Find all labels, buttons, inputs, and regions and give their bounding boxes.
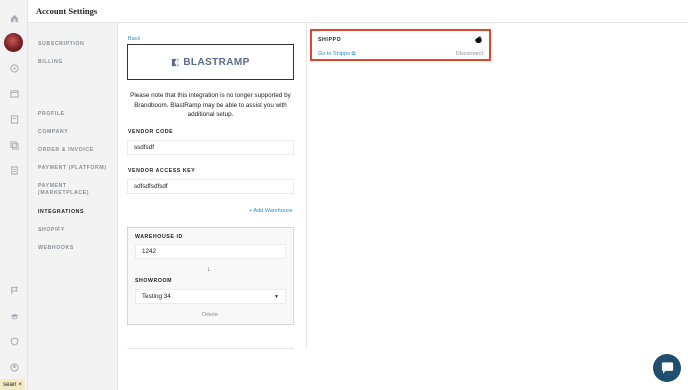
shippo-title: SHIPPO <box>318 37 342 43</box>
user-icon[interactable] <box>8 361 20 373</box>
blastramp-mark-icon <box>172 58 180 66</box>
close-icon[interactable]: × <box>18 381 22 388</box>
subnav-item-shopify[interactable]: SHOPIFY <box>38 227 116 234</box>
user-session-tag: sean × <box>0 379 26 390</box>
column-divider <box>306 23 307 348</box>
chat-bubble-icon <box>661 361 673 374</box>
subnav-item-integrations[interactable]: INTEGRATIONS <box>38 209 116 216</box>
subnav-item-payment-platform[interactable]: PAYMENT (PLATFORM) <box>38 165 116 172</box>
layers-icon[interactable] <box>8 139 20 151</box>
vendor-access-key-label: VENDOR ACCESS KEY <box>128 168 196 174</box>
go-to-shippo-link[interactable]: Go to Shippo ⧉ <box>318 51 356 58</box>
subnav-item-subscription[interactable]: SUBSCRIPTION <box>38 41 116 48</box>
shippo-penguin-icon <box>475 36 483 44</box>
top-header: Account Settings <box>0 0 688 23</box>
tag-icon[interactable] <box>8 62 20 74</box>
home-icon[interactable] <box>8 12 20 24</box>
vendor-code-input[interactable]: ssdfsdf <box>127 140 294 155</box>
clipboard-icon[interactable] <box>8 164 20 176</box>
icon-rail <box>0 0 28 390</box>
showroom-select[interactable]: Testing 34 ▼ <box>135 289 286 304</box>
chat-button[interactable] <box>653 354 681 382</box>
graduation-icon[interactable] <box>8 310 20 322</box>
subnav-item-company[interactable]: COMPANY <box>38 129 116 136</box>
shippo-disconnect-button[interactable]: Disconnect <box>456 51 483 57</box>
subnav-item-profile[interactable]: PROFILE <box>38 111 116 118</box>
add-warehouse-link[interactable]: + Add Warehouse <box>249 208 293 214</box>
user-name: sean <box>3 381 17 388</box>
warehouse-id-input[interactable]: 1242 <box>135 244 286 259</box>
showroom-select-value: Testing 34 <box>142 293 171 300</box>
subnav-item-webhooks[interactable]: WEBHOOKS <box>38 245 116 252</box>
settings-subnav: SUBSCRIPTION BILLING PROFILE COMPANY ORD… <box>28 23 118 390</box>
warehouse-id-label: WAREHOUSE ID <box>135 234 183 240</box>
page-title: Account Settings <box>36 6 98 16</box>
box-icon[interactable] <box>8 87 20 99</box>
showroom-label: SHOWROOM <box>135 278 173 284</box>
blastramp-logo-text: BLASTRAMP <box>183 56 250 68</box>
flag-icon[interactable] <box>8 284 20 296</box>
shield-icon[interactable] <box>8 335 20 347</box>
arrow-down-icon: ↓ <box>207 266 211 273</box>
section-divider <box>127 348 294 349</box>
vendor-access-key-input[interactable]: sdfsdfsdfsdf <box>127 179 294 194</box>
blastramp-logo: BLASTRAMP <box>127 44 294 80</box>
caret-down-icon: ▼ <box>274 293 279 300</box>
subnav-item-payment-marketplace[interactable]: PAYMENT (MARKETPLACE) <box>38 183 116 197</box>
warehouse-card <box>127 227 294 325</box>
delete-warehouse-button[interactable]: Delete <box>202 312 218 318</box>
subnav-item-order-invoice[interactable]: ORDER & INVOICE <box>38 147 116 154</box>
back-link[interactable]: Back <box>128 36 140 42</box>
document-icon[interactable] <box>8 113 20 125</box>
subnav-item-billing[interactable]: BILLING <box>38 59 116 66</box>
shippo-integration-card: SHIPPO Go to Shippo ⧉ Disconnect <box>310 29 491 61</box>
deprecation-notice: Please note that this integration is no … <box>130 92 291 119</box>
vendor-code-label: VENDOR CODE <box>128 129 174 135</box>
avatar[interactable] <box>4 33 23 52</box>
